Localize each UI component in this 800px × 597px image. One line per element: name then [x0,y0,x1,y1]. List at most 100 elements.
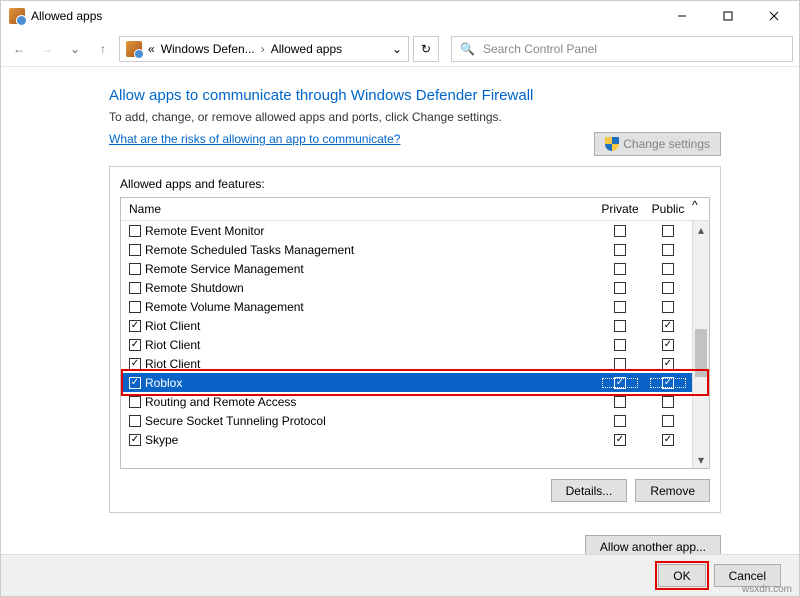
checkbox[interactable] [614,263,626,275]
checkbox[interactable] [129,244,141,256]
scroll-down-button[interactable]: ▾ [693,451,709,468]
breadcrumb-part1[interactable]: Windows Defen... [161,42,255,56]
app-name: Riot Client [145,319,200,333]
table-row[interactable]: Remote Shutdown [121,278,709,297]
checkbox[interactable] [662,396,674,408]
table-row[interactable]: ✓ Riot Client ✓ [121,316,709,335]
table-row[interactable]: ✓ Riot Client ✓ [121,335,709,354]
checkbox[interactable] [662,225,674,237]
col-public[interactable]: Public [644,198,692,220]
breadcrumb-prefix: « [148,42,155,56]
ok-button[interactable]: OK [658,564,705,587]
col-name[interactable]: Name [121,198,596,220]
table-row[interactable]: ✓ Skype ✓ ✓ [121,430,709,449]
checkbox[interactable] [662,415,674,427]
page-heading: Allow apps to communicate through Window… [109,87,721,104]
forward-button[interactable]: → [35,37,59,61]
app-name: Remote Volume Management [145,300,304,314]
details-button[interactable]: Details... [551,479,628,502]
checkbox[interactable] [662,244,674,256]
checkbox[interactable] [129,282,141,294]
checkbox[interactable] [662,301,674,313]
search-icon: 🔍 [460,42,475,56]
checkbox[interactable]: ✓ [662,320,674,332]
address-bar[interactable]: « Windows Defen... › Allowed apps ⌄ [119,36,409,62]
checkbox[interactable] [614,244,626,256]
table-row[interactable]: Remote Service Management [121,259,709,278]
minimize-button[interactable] [659,1,705,31]
list-body[interactable]: Remote Event Monitor Remote Scheduled Tas… [121,221,709,468]
app-name: Remote Event Monitor [145,224,264,238]
search-placeholder: Search Control Panel [483,42,597,56]
table-row[interactable]: Remote Scheduled Tasks Management [121,240,709,259]
checkbox[interactable] [614,396,626,408]
breadcrumb-part2[interactable]: Allowed apps [271,42,342,56]
change-settings-button[interactable]: Change settings [594,132,721,156]
checkbox[interactable] [614,225,626,237]
checkbox[interactable]: ✓ [129,377,141,389]
checkbox[interactable] [662,263,674,275]
checkbox[interactable] [614,282,626,294]
checkbox[interactable]: ✓ [662,339,674,351]
page-subtext: To add, change, or remove allowed apps a… [109,110,721,124]
list-header[interactable]: Name Private Public ^ [121,198,709,221]
checkbox[interactable] [129,225,141,237]
remove-button[interactable]: Remove [635,479,710,502]
scrollbar[interactable]: ▴ ▾ [692,221,709,468]
checkbox[interactable]: ✓ [662,377,674,389]
firewall-icon [126,41,142,57]
app-name: Riot Client [145,338,200,352]
table-row[interactable]: Remote Event Monitor [121,221,709,240]
checkbox[interactable]: ✓ [129,358,141,370]
recent-dropdown[interactable]: ⌄ [63,37,87,61]
apps-list: Name Private Public ^ Remote Event Monit… [120,197,710,469]
group-label: Allowed apps and features: [120,177,710,191]
scroll-up-button[interactable]: ▴ [693,221,709,238]
table-row[interactable]: ✓ Riot Client ✓ [121,354,709,373]
app-name: Remote Shutdown [145,281,244,295]
checkbox[interactable] [614,358,626,370]
app-name: Remote Scheduled Tasks Management [145,243,354,257]
checkbox[interactable] [614,301,626,313]
checkbox[interactable]: ✓ [662,434,674,446]
toolbar: ← → ⌄ ↑ « Windows Defen... › Allowed app… [1,31,799,67]
checkbox[interactable]: ✓ [129,339,141,351]
search-input[interactable]: 🔍 Search Control Panel [451,36,793,62]
checkbox[interactable] [129,415,141,427]
checkbox[interactable]: ✓ [129,320,141,332]
allow-another-app-button[interactable]: Allow another app... [585,535,721,554]
checkbox[interactable]: ✓ [614,377,626,389]
checkbox[interactable]: ✓ [662,358,674,370]
close-button[interactable] [751,1,797,31]
checkbox[interactable] [662,282,674,294]
checkbox[interactable] [129,301,141,313]
checkbox[interactable] [129,263,141,275]
up-button[interactable]: ↑ [91,37,115,61]
table-row[interactable]: Routing and Remote Access [121,392,709,411]
risks-link[interactable]: What are the risks of allowing an app to… [109,132,594,146]
checkbox[interactable] [614,415,626,427]
scroll-thumb[interactable] [695,329,707,377]
col-private[interactable]: Private [596,198,644,220]
table-row[interactable]: Remote Volume Management [121,297,709,316]
app-name: Riot Client [145,357,200,371]
checkbox[interactable] [614,339,626,351]
table-row[interactable]: Secure Socket Tunneling Protocol [121,411,709,430]
checkbox[interactable] [614,320,626,332]
watermark: wsxdn.com [742,584,792,595]
checkbox[interactable] [129,396,141,408]
table-row[interactable]: ✓ Roblox ✓ ✓ [121,373,709,392]
checkbox[interactable]: ✓ [129,434,141,446]
dialog-footer: OK Cancel [1,554,799,596]
control-panel-window: Allowed apps ← → ⌄ ↑ « Windows Defen... … [0,0,800,597]
checkbox[interactable]: ✓ [614,434,626,446]
firewall-icon [9,8,25,24]
maximize-button[interactable] [705,1,751,31]
refresh-button[interactable]: ↻ [413,36,439,62]
app-name: Skype [145,433,178,447]
address-dropdown-icon[interactable]: ⌄ [392,42,402,56]
app-name: Secure Socket Tunneling Protocol [145,414,326,428]
app-name: Roblox [145,376,182,390]
app-name: Remote Service Management [145,262,304,276]
back-button[interactable]: ← [7,37,31,61]
